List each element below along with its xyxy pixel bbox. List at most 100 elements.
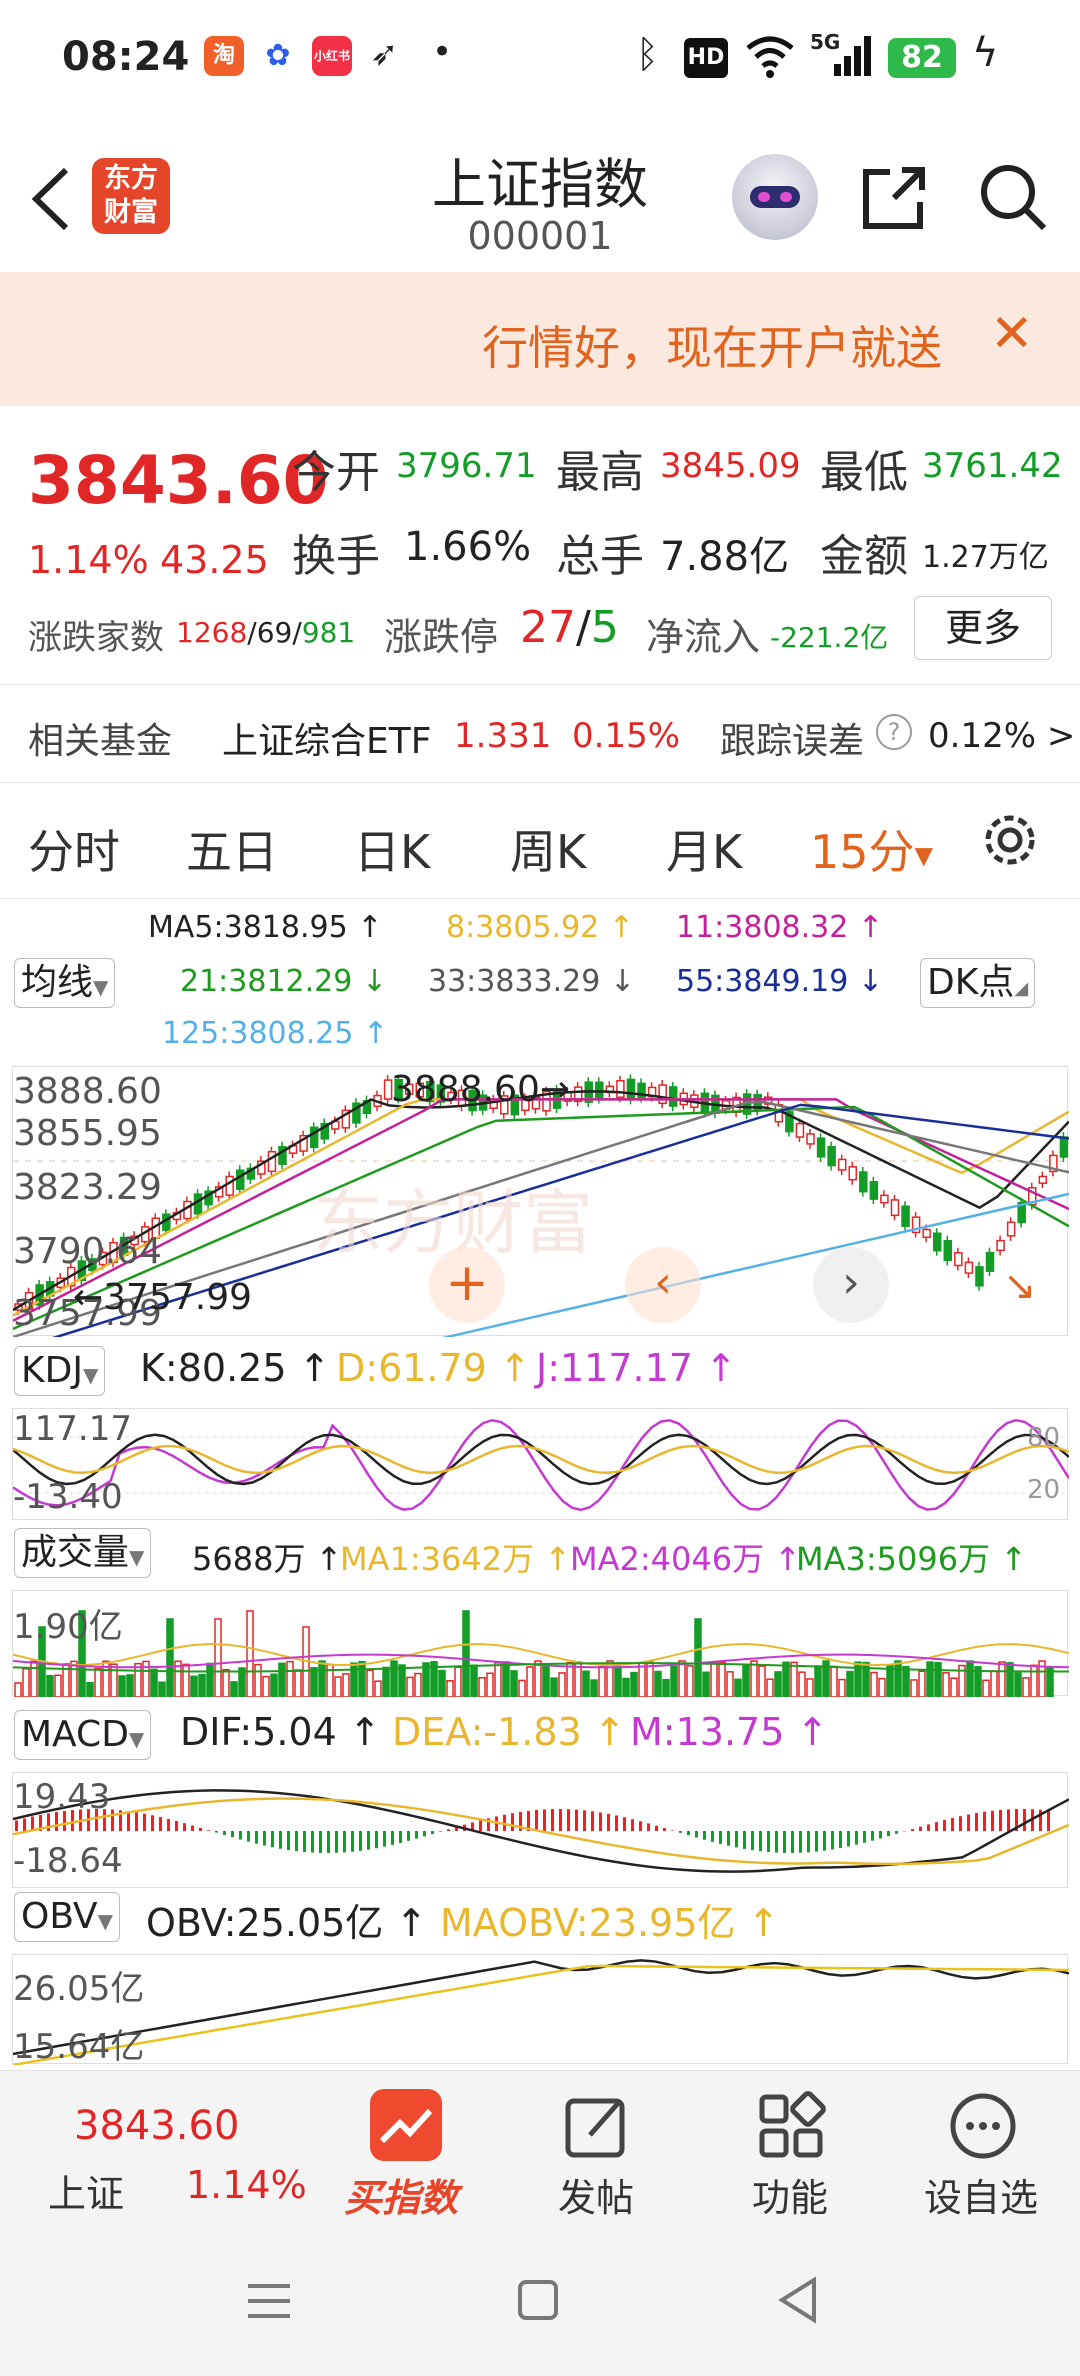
pan-left-button[interactable]: ‹ [625, 1247, 701, 1323]
system-nav-bar [0, 2226, 1080, 2376]
volume-bar [286, 1660, 294, 1697]
macd-bar [583, 1810, 586, 1831]
tab-monthly[interactable]: 月K [666, 816, 742, 882]
obv-chart[interactable]: 26.05亿 15.64亿 [12, 1954, 1069, 2067]
volume-bar [910, 1679, 918, 1697]
help-icon[interactable]: ? [876, 714, 912, 750]
dk-point-selector[interactable]: DK点◢ [920, 958, 1036, 1008]
kdj-j-line [13, 1418, 1069, 1512]
bottom-price[interactable]: 3843.60 [74, 2103, 239, 2149]
volume-bar [1006, 1662, 1014, 1697]
kdj-selector[interactable]: KDJ▼ [14, 1346, 106, 1396]
volume-bar [838, 1678, 846, 1697]
fund-name[interactable]: 上证综合ETF [222, 712, 431, 764]
bluetooth-icon: ᛒ [636, 32, 659, 76]
macd-bar [999, 1809, 1002, 1831]
macd-bar [151, 1815, 154, 1831]
candle [1059, 1136, 1069, 1158]
back-nav-icon[interactable] [776, 2276, 820, 2324]
volume-bar [110, 1663, 118, 1697]
tracking-error-value[interactable]: 0.12% > [928, 716, 1075, 756]
volume-bar [678, 1660, 686, 1697]
tab-minute[interactable]: 分时 [28, 816, 120, 882]
tab-daily[interactable]: 日K [354, 816, 430, 882]
macd-bar [543, 1809, 546, 1831]
ai-assistant-icon[interactable] [732, 154, 818, 240]
kdj-j: J:117.17 ↑ [536, 1346, 737, 1390]
macd-bar [775, 1831, 778, 1853]
volume-selector[interactable]: 成交量▼ [14, 1528, 152, 1578]
battery-indicator: 82 [888, 38, 956, 78]
more-dots-icon[interactable] [948, 2091, 1018, 2161]
share-icon[interactable] [860, 162, 930, 232]
volume-bar [246, 1610, 254, 1697]
trend-chart-icon[interactable] [370, 2089, 442, 2161]
volume-bar [94, 1667, 102, 1697]
limit-label: 涨跌停 [384, 615, 499, 659]
macd-bar [975, 1813, 978, 1831]
buy-index-button[interactable]: 买指数 [344, 2167, 458, 2222]
macd-chart[interactable]: 19.43 -18.64 [12, 1772, 1069, 1888]
y-label-1: 3888.60 [13, 1071, 162, 1112]
macd-bar [759, 1831, 762, 1852]
volume-bar [942, 1672, 950, 1697]
add-watchlist-button[interactable]: 设自选 [924, 2167, 1038, 2222]
volume-bar [950, 1677, 958, 1697]
status-bar: 08:24 淘 ✿ 小红书 ➶ • ᛒ HD 5G 82 ϟ [0, 0, 1080, 118]
expand-icon[interactable]: ↘ [1003, 1263, 1037, 1309]
volume-svg [13, 1610, 1069, 1697]
macd-bar [167, 1818, 170, 1831]
bottom-index-name[interactable]: 上证 [48, 2163, 124, 2218]
kdj-y-bottom: -13.40 [13, 1477, 123, 1517]
divider [0, 898, 1080, 899]
search-icon[interactable] [978, 162, 1048, 232]
tab-15min[interactable]: 15分▼ [810, 816, 933, 882]
ma-selector[interactable]: 均线▼ [14, 958, 116, 1008]
home-icon[interactable] [516, 2278, 560, 2322]
y-label-3: 3823.29 [13, 1167, 162, 1208]
volume-bar [118, 1675, 126, 1697]
function-button[interactable]: 功能 [752, 2167, 828, 2222]
more-button[interactable]: 更多 [914, 596, 1052, 660]
zoom-in-button[interactable]: + [429, 1247, 505, 1323]
volume-bar [486, 1672, 494, 1697]
tab-five-day[interactable]: 五日 [186, 816, 278, 882]
volume-bar [310, 1666, 318, 1697]
grid-icon[interactable] [756, 2091, 826, 2161]
close-icon[interactable]: ✕ [990, 304, 1034, 364]
promo-banner[interactable]: 行情好，现在开户就送 ✕ [0, 272, 1080, 406]
turnover-value: 1.66% [404, 524, 532, 570]
bottom-percent[interactable]: 1.14% [186, 2163, 307, 2207]
kdj-chart[interactable]: 117.17 -13.40 80 20 [12, 1408, 1069, 1520]
volume-bar [70, 1660, 78, 1697]
volume-bar [638, 1661, 646, 1697]
macd-bar [327, 1831, 330, 1853]
settings-icon[interactable] [978, 808, 1042, 872]
macd-bar [343, 1831, 346, 1853]
volume-bar [630, 1671, 638, 1697]
max-marker: 3888.60→ [391, 1069, 571, 1110]
macd-bar [351, 1831, 354, 1852]
edit-icon[interactable] [562, 2091, 632, 2161]
macd-selector[interactable]: MACD▼ [14, 1710, 152, 1760]
kline-chart[interactable]: 东方财富 3888.60 3855.95 3823.29 3790.64 375… [12, 1066, 1069, 1337]
volume-bar [502, 1661, 510, 1697]
pan-right-button[interactable]: › [813, 1247, 889, 1323]
volume-bar [30, 1660, 38, 1697]
inflow-label: 净流入 [646, 615, 761, 659]
tab-weekly[interactable]: 周K [510, 816, 586, 882]
macd-dea-line [13, 1797, 1069, 1866]
post-button[interactable]: 发帖 [558, 2167, 634, 2222]
volume-bars [13, 1610, 1069, 1697]
ma33-legend: 33:3833.29 ↓ [428, 964, 636, 999]
volume-bar [406, 1676, 414, 1697]
banner-text[interactable]: 行情好，现在开户就送 [482, 312, 942, 378]
volume-chart[interactable]: 1.90亿 [12, 1590, 1069, 1697]
volume-bar [918, 1670, 926, 1697]
menu-icon[interactable] [246, 2278, 292, 2324]
obv-selector[interactable]: OBV▼ [14, 1892, 120, 1942]
kdj-lines [13, 1418, 1069, 1512]
volume-bar [558, 1672, 566, 1697]
open-value: 3796.71 [396, 446, 537, 486]
volume-bar [998, 1661, 1006, 1697]
